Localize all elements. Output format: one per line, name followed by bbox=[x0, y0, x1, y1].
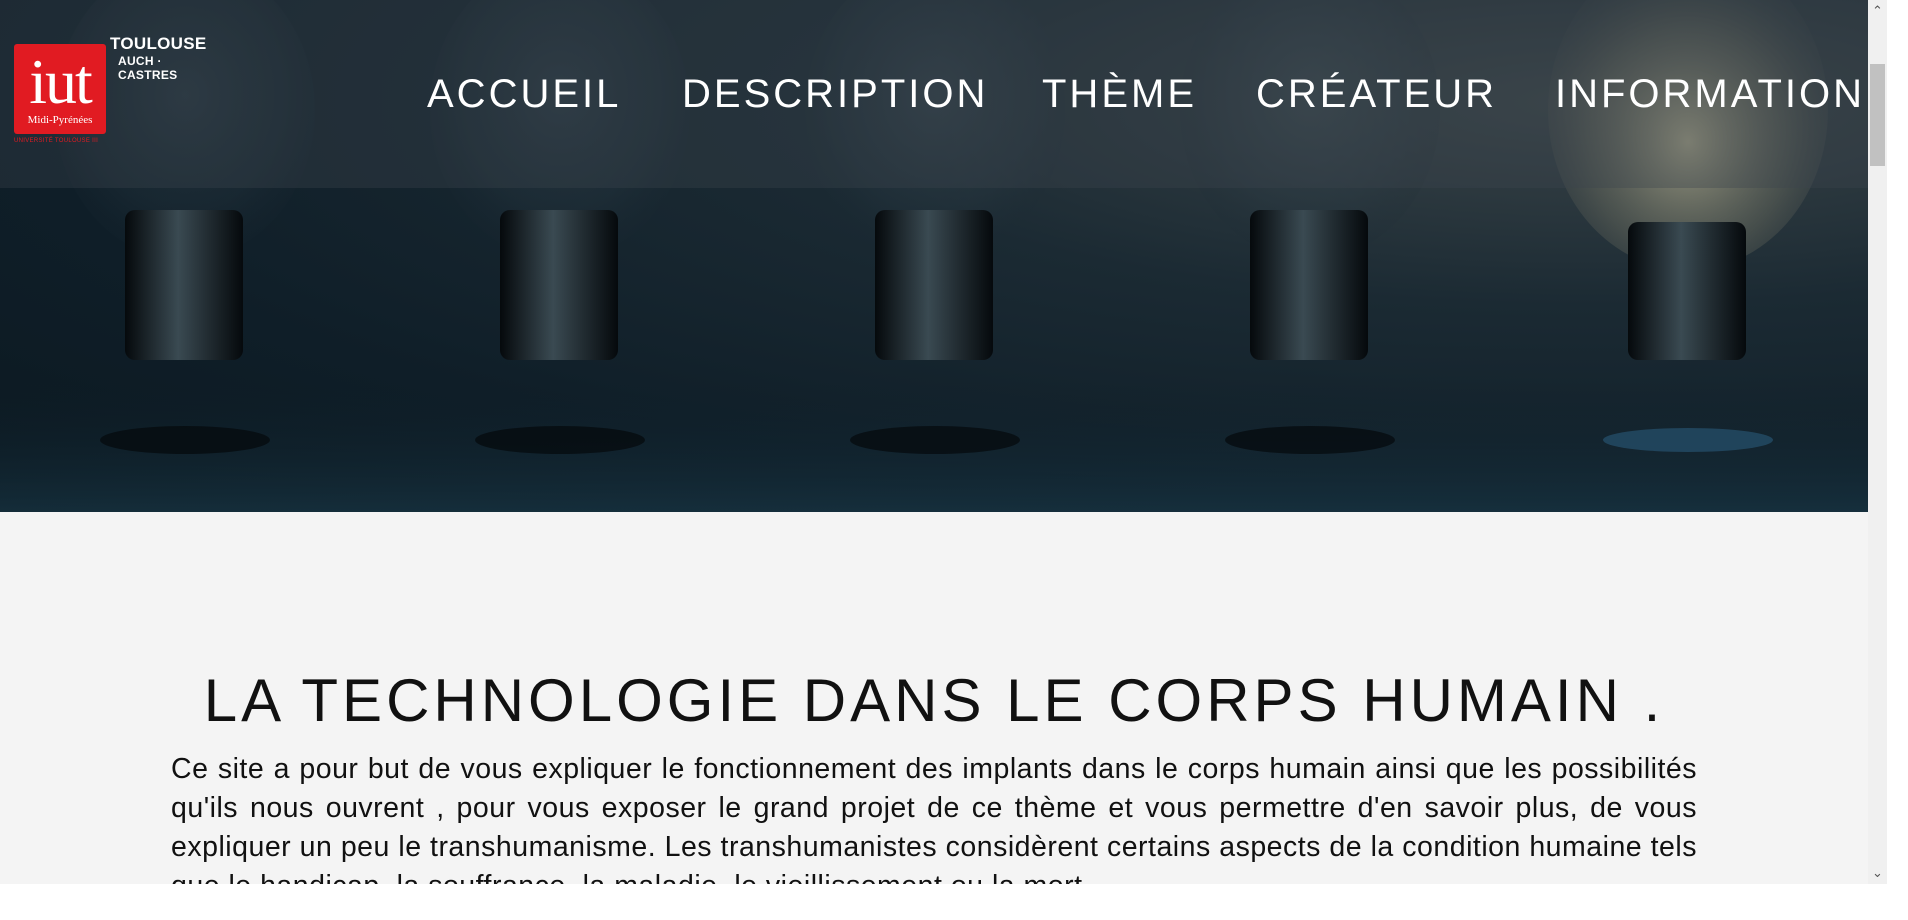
intro-paragraph: Ce site a pour but de vous expliquer le … bbox=[171, 753, 1697, 884]
vertical-scrollbar[interactable]: ⌃ ⌄ bbox=[1868, 0, 1887, 884]
page-viewport: iut Midi-Pyrénées TOULOUSE AUCH · CASTRE… bbox=[0, 0, 1887, 884]
hero-banner: iut Midi-Pyrénées TOULOUSE AUCH · CASTRE… bbox=[0, 0, 1868, 512]
logo-university: UNIVERSITÉ TOULOUSE III bbox=[14, 138, 99, 144]
page-title: LA TECHNOLOGIE DANS LE CORPS HUMAIN . bbox=[203, 667, 1665, 734]
chevron-down-icon[interactable]: ⌄ bbox=[1868, 862, 1887, 884]
nav-information[interactable]: INFORMATION bbox=[1555, 70, 1865, 118]
nav-theme[interactable]: THÈME bbox=[1042, 70, 1197, 118]
navigation-bar: iut Midi-Pyrénées TOULOUSE AUCH · CASTRE… bbox=[0, 0, 1868, 188]
nav-description[interactable]: DESCRIPTION bbox=[682, 70, 988, 118]
logo-city: TOULOUSE bbox=[110, 34, 207, 53]
scrollbar-thumb[interactable] bbox=[1870, 64, 1885, 166]
window-bottom-edge bbox=[0, 884, 1908, 920]
nav-accueil[interactable]: ACCUEIL bbox=[427, 70, 621, 118]
nav-createur[interactable]: CRÉATEUR bbox=[1256, 70, 1497, 118]
main-nav: ACCUEIL DESCRIPTION THÈME CRÉATEUR INFOR… bbox=[0, 70, 1868, 118]
chevron-up-icon[interactable]: ⌃ bbox=[1868, 0, 1887, 22]
